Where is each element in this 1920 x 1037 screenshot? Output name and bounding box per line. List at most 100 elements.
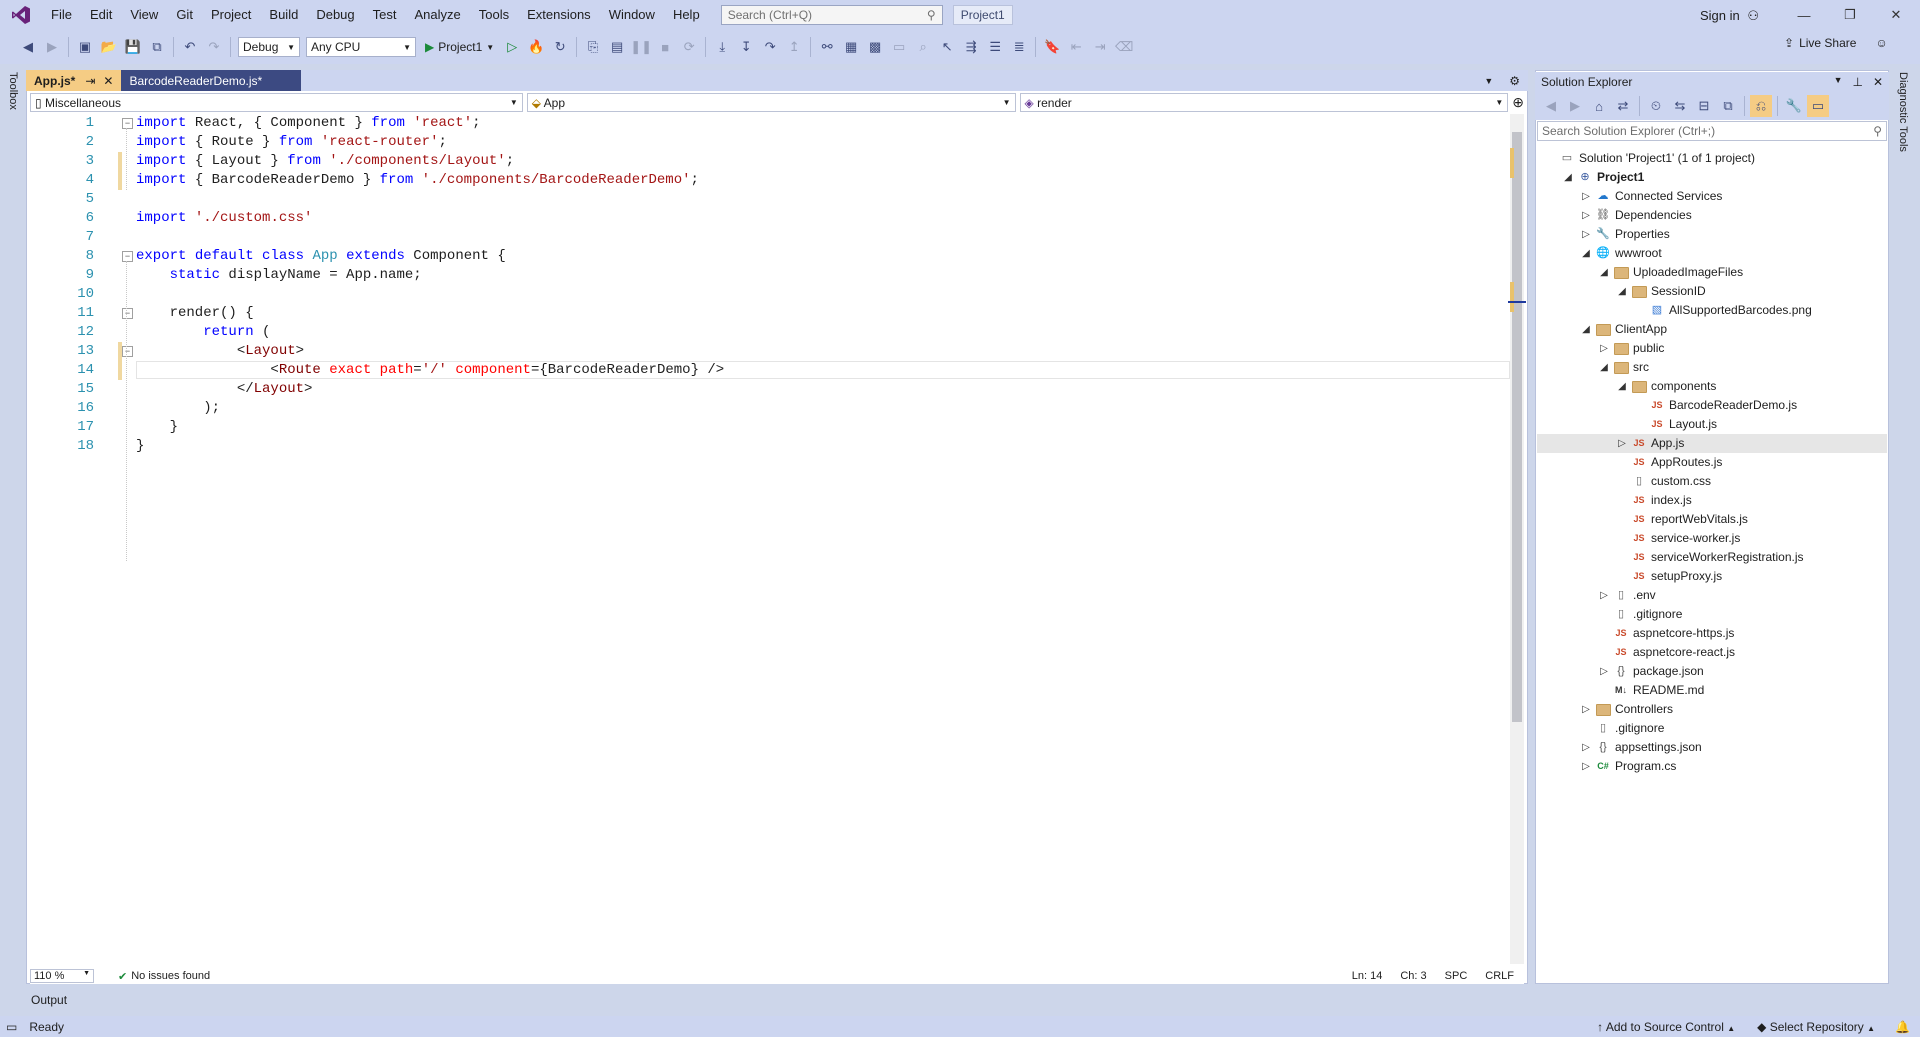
collapsed-arrow-icon[interactable]: ▷	[1581, 225, 1591, 244]
collapsed-arrow-icon[interactable]: ▷	[1599, 339, 1609, 358]
preview-pane-icon[interactable]: ▭	[1807, 95, 1829, 117]
bookmark-icon[interactable]: 🔖	[1041, 36, 1063, 58]
menu-item-analyze[interactable]: Analyze	[405, 0, 469, 30]
tree-item[interactable]: ▭ Solution 'Project1' (1 of 1 project)	[1537, 149, 1887, 168]
save-all-icon[interactable]: ⧉	[146, 36, 168, 58]
scrollbar-thumb[interactable]	[1512, 132, 1522, 722]
indentation-indicator[interactable]: SPC	[1445, 970, 1468, 982]
scope-dropdown[interactable]: ⬙ App ▼	[526, 93, 1016, 112]
close-tab-icon[interactable]: ✕	[103, 74, 113, 88]
collapsed-arrow-icon[interactable]: ▷	[1617, 434, 1627, 453]
tree-item[interactable]: ▷ Controllers	[1537, 700, 1887, 719]
preview-selected-items-icon[interactable]: ⎌	[1750, 95, 1772, 117]
project-dropdown[interactable]: ▯ Miscellaneous ▼	[30, 93, 523, 112]
layout-icon[interactable]: ▤	[606, 36, 628, 58]
tab-app-js[interactable]: App.js* ⇥ ✕	[26, 70, 122, 91]
comment-icon[interactable]: ☰	[984, 36, 1006, 58]
tree-item[interactable]: JS aspnetcore-react.js	[1537, 643, 1887, 662]
uncomment-icon[interactable]: ≣	[1008, 36, 1030, 58]
settings-gear-icon[interactable]: ⚙	[1501, 70, 1528, 91]
notifications-bell-icon[interactable]: 🔔	[1895, 1020, 1910, 1034]
line-ending-indicator[interactable]: CRLF	[1485, 970, 1514, 982]
tree-item[interactable]: JS reportWebVitals.js	[1537, 510, 1887, 529]
toolbox-tab[interactable]: Toolbox	[7, 72, 19, 110]
tab-barcode-reader-demo-js[interactable]: BarcodeReaderDemo.js*	[121, 70, 302, 91]
hot-reload-icon[interactable]: 🔥	[525, 36, 547, 58]
search-input[interactable]: Search (Ctrl+Q) ⚲	[720, 5, 943, 25]
window-position-icon[interactable]: ▼	[1834, 75, 1843, 89]
expanded-arrow-icon[interactable]: ◢	[1599, 358, 1609, 377]
tree-item[interactable]: ◢ ⊕ Project1	[1537, 168, 1887, 187]
document-icon[interactable]: ▭	[888, 36, 910, 58]
tree-item[interactable]: ◢ SessionID	[1537, 282, 1887, 301]
navigate-forward-icon[interactable]: ▶	[41, 36, 63, 58]
tree-item[interactable]: ◢ components	[1537, 377, 1887, 396]
pause-icon[interactable]: ❚❚	[630, 36, 652, 58]
align-icon[interactable]: ⇶	[960, 36, 982, 58]
build-icon[interactable]: ▦	[840, 36, 862, 58]
menu-item-debug[interactable]: Debug	[307, 0, 363, 30]
diagnostics-icon[interactable]: ⚯	[816, 36, 838, 58]
tree-item[interactable]: ▷ {} package.json	[1537, 662, 1887, 681]
live-share-button[interactable]: ⇪ Live Share ☺	[1784, 36, 1888, 50]
previous-bookmark-icon[interactable]: ⇤	[1065, 36, 1087, 58]
collapsed-arrow-icon[interactable]: ▷	[1599, 662, 1609, 681]
sign-in-link[interactable]: Sign in ⚇	[1700, 0, 1759, 32]
tree-item[interactable]: ◢ 🌐 wwwroot	[1537, 244, 1887, 263]
forward-icon[interactable]: ▶	[1564, 95, 1586, 117]
build-solution-icon[interactable]: ▩	[864, 36, 886, 58]
home-icon[interactable]: ⌂	[1588, 95, 1610, 117]
output-tab[interactable]: Output	[31, 993, 67, 1007]
restart-icon[interactable]: ↻	[549, 36, 571, 58]
menu-item-extensions[interactable]: Extensions	[518, 0, 600, 30]
tree-item[interactable]: ▷ ⛓ Dependencies	[1537, 206, 1887, 225]
show-all-files-icon[interactable]: ⧉	[1717, 95, 1739, 117]
tree-item[interactable]: JS Layout.js	[1537, 415, 1887, 434]
collapsed-arrow-icon[interactable]: ▷	[1581, 187, 1591, 206]
zoom-select[interactable]: 110 % ▼	[30, 969, 94, 983]
open-file-icon[interactable]: 📂	[98, 36, 120, 58]
tree-item[interactable]: ▯ custom.css	[1537, 472, 1887, 491]
code-editor[interactable]: 1 import React, { Component } from 'react…	[30, 114, 1510, 964]
collapsed-arrow-icon[interactable]: ▷	[1581, 738, 1591, 757]
menu-item-window[interactable]: Window	[600, 0, 664, 30]
step-down-icon[interactable]: ↧	[735, 36, 757, 58]
menu-item-test[interactable]: Test	[364, 0, 406, 30]
properties-wrench-icon[interactable]: 🔧	[1783, 95, 1805, 117]
tree-item[interactable]: ▯ .gitignore	[1537, 719, 1887, 738]
tree-item[interactable]: M↓ README.md	[1537, 681, 1887, 700]
solution-configuration-select[interactable]: Debug ▼	[238, 37, 300, 57]
menu-item-file[interactable]: File	[42, 0, 81, 30]
tree-item[interactable]: JS index.js	[1537, 491, 1887, 510]
collapsed-arrow-icon[interactable]: ▷	[1581, 206, 1591, 225]
tree-item[interactable]: JS AppRoutes.js	[1537, 453, 1887, 472]
step-over-icon[interactable]: ↷	[759, 36, 781, 58]
tree-item[interactable]: ▯ .gitignore	[1537, 605, 1887, 624]
pin-icon[interactable]: ⊥	[1852, 75, 1862, 89]
tree-item[interactable]: JS aspnetcore-https.js	[1537, 624, 1887, 643]
next-bookmark-icon[interactable]: ⇥	[1089, 36, 1111, 58]
solution-explorer-search-input[interactable]: Search Solution Explorer (Ctrl+;) ⚲	[1537, 121, 1887, 141]
start-without-debugging-icon[interactable]: ▷	[501, 36, 523, 58]
tree-item[interactable]: ◢ src	[1537, 358, 1887, 377]
collapse-icon[interactable]: −	[122, 308, 133, 319]
tree-item[interactable]: ▷ C# Program.cs	[1537, 757, 1887, 776]
tree-item[interactable]: JS service-worker.js	[1537, 529, 1887, 548]
stop-icon[interactable]: ■	[654, 36, 676, 58]
pin-icon[interactable]: ⇥	[85, 74, 95, 88]
collapsed-arrow-icon[interactable]: ▷	[1599, 586, 1609, 605]
menu-item-project[interactable]: Project	[202, 0, 260, 30]
switch-views-icon[interactable]: ⇄	[1612, 95, 1634, 117]
split-editor-icon[interactable]: ⊕	[1512, 93, 1524, 113]
collapse-icon[interactable]: −	[122, 118, 133, 129]
collapse-icon[interactable]: −	[122, 346, 133, 357]
collapse-all-icon[interactable]: ⊟	[1693, 95, 1715, 117]
back-icon[interactable]: ◀	[1540, 95, 1562, 117]
pending-changes-filter-icon[interactable]: ⏲	[1645, 95, 1667, 117]
collapsed-arrow-icon[interactable]: ▷	[1581, 757, 1591, 776]
start-debugging-button[interactable]: ▶ Project1 ▼	[425, 40, 494, 54]
expanded-arrow-icon[interactable]: ◢	[1581, 320, 1591, 339]
browser-link-icon[interactable]: ⎘	[582, 36, 604, 58]
menu-item-build[interactable]: Build	[260, 0, 307, 30]
menu-item-git[interactable]: Git	[167, 0, 202, 30]
